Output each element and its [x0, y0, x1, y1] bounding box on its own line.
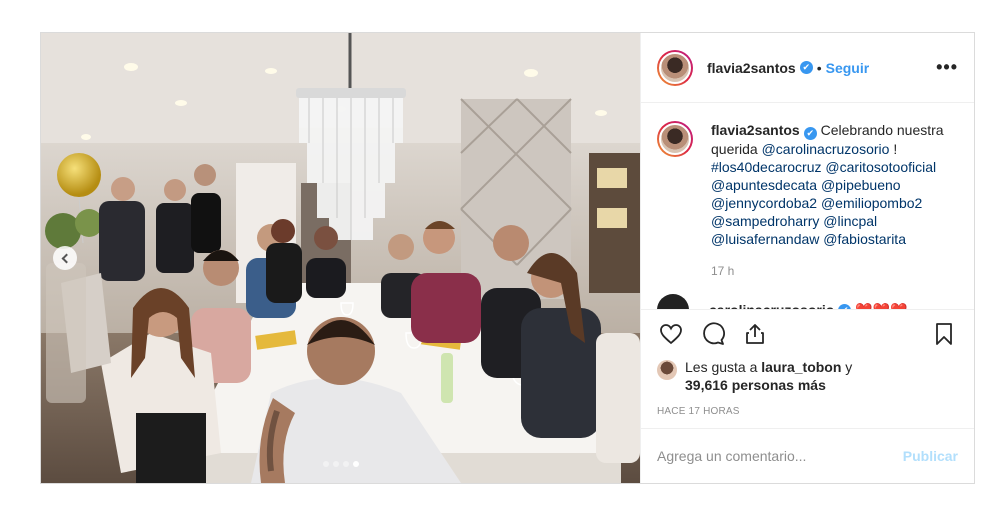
post-timestamp[interactable]: HACE 17 HORAS — [641, 405, 974, 428]
dinner-party-photo — [41, 33, 640, 483]
chevron-left-icon — [61, 253, 72, 263]
caption-text: flavia2santos ✔ Celebrando nuestra querid… — [711, 121, 951, 248]
mention-link[interactable]: @apuntesdecata — [711, 177, 817, 193]
mention-link[interactable]: @emiliopombo2 — [821, 195, 922, 211]
mention-link[interactable]: @fabiostarita — [823, 231, 906, 247]
comment-item: carolinacruzosorio ✔ ❤️❤️❤️ — [657, 294, 958, 309]
more-options-icon[interactable]: ••• — [936, 57, 958, 78]
caption-time[interactable]: 17 h — [711, 264, 958, 278]
mention-link[interactable]: @caritosotooficial — [825, 159, 936, 175]
author-avatar[interactable] — [657, 49, 693, 86]
instagram-post: flavia2santos ✔ • Seguir ••• flavia2sant… — [40, 32, 975, 484]
share-icon — [746, 323, 764, 344]
mention-link[interactable]: @lincpal — [823, 213, 877, 229]
heart-icon — [660, 323, 682, 345]
liker-avatar[interactable] — [657, 359, 677, 380]
mention-link[interactable]: @sampedroharry — [711, 213, 819, 229]
comment-input[interactable] — [657, 448, 903, 465]
bookmark-icon — [936, 322, 952, 345]
carousel-dot — [342, 461, 349, 467]
post-sidebar: flavia2santos ✔ • Seguir ••• flavia2sant… — [640, 33, 974, 483]
add-comment-form: Publicar — [641, 428, 974, 483]
verified-badge-icon: ✔ — [799, 61, 813, 75]
post-caption: flavia2santos ✔ Celebrando nuestra querid… — [657, 121, 958, 248]
carousel-prev-button[interactable] — [53, 246, 77, 270]
verified-badge-icon: ✔ — [803, 127, 817, 141]
likes-conjunction: y — [845, 358, 853, 375]
caption-author-avatar[interactable] — [657, 121, 693, 158]
author-username[interactable]: flavia2santos — [707, 60, 796, 76]
carousel-dot — [322, 461, 329, 467]
comments-section[interactable]: flavia2santos ✔ Celebrando nuestra querid… — [641, 103, 974, 309]
post-photo[interactable] — [41, 33, 640, 483]
comment-button[interactable] — [699, 320, 727, 348]
publish-button[interactable]: Publicar — [903, 448, 958, 464]
carousel-dot — [332, 461, 339, 467]
separator-dot: • — [816, 59, 822, 76]
mention-link[interactable]: @luisafernandaw — [711, 231, 819, 247]
likes-summary: Les gusta a laura_tobon y 39,616 persona… — [641, 358, 974, 399]
save-button[interactable] — [930, 320, 958, 348]
mention-link[interactable]: @jennycordoba2 — [711, 195, 817, 211]
likes-count[interactable]: 39,616 personas más — [685, 377, 826, 393]
share-button[interactable] — [741, 320, 769, 348]
commenter-avatar[interactable] — [657, 294, 689, 309]
carousel-dot-active — [352, 461, 359, 467]
mention-link[interactable]: @pipebueno — [821, 177, 901, 193]
likes-text: Les gusta a laura_tobon y 39,616 persona… — [685, 358, 852, 394]
verified-badge-icon: ✔ — [838, 303, 852, 309]
comment-text: ❤️❤️❤️ — [855, 302, 907, 309]
comment-icon — [703, 322, 725, 345]
caption-username[interactable]: flavia2santos — [711, 122, 800, 138]
like-button[interactable] — [657, 320, 685, 348]
caption-exclamation: ! — [893, 141, 898, 158]
post-header: flavia2santos ✔ • Seguir ••• — [641, 33, 974, 104]
liker-username[interactable]: laura_tobon — [761, 359, 841, 375]
mention-link[interactable]: @carolinacruzosorio — [762, 141, 890, 157]
commenter-username[interactable]: carolinacruzosorio — [709, 302, 834, 309]
follow-button[interactable]: Seguir — [826, 60, 870, 76]
carousel-indicator — [41, 461, 640, 467]
likes-prefix: Les gusta a — [685, 358, 758, 375]
hashtag-link[interactable]: #los40decarocruz — [711, 159, 822, 175]
action-bar — [641, 308, 974, 358]
